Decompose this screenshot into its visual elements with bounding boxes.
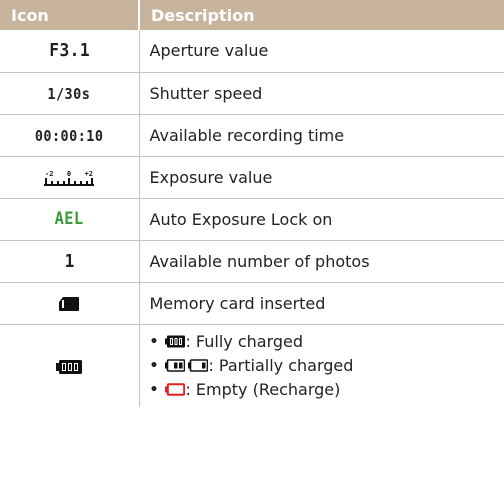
memory-card-icon <box>59 297 80 311</box>
battery-state-text: : Empty (Recharge) <box>185 379 341 399</box>
icon-description-table: Icon Description F3.1 Aperture value 1/3… <box>0 0 504 407</box>
list-item: • : Partially charged <box>150 354 504 378</box>
row-description: Available number of photos <box>139 240 504 283</box>
list-item: • : Empty (Recharge) <box>150 378 504 402</box>
aperture-icon: F3.1 <box>0 30 140 73</box>
battery-two-thirds-icon <box>165 359 186 373</box>
recording-time-icon: 00:00:10 <box>0 114 140 157</box>
table-row: -2 0 +2 Exposure value <box>0 156 504 199</box>
row-description: Shutter speed <box>139 72 504 115</box>
battery-states-list: • : Fully charged •: Partially charged … <box>150 330 504 402</box>
photo-count-icon: 1 <box>0 240 140 283</box>
battery-full-icon <box>56 359 83 374</box>
ael-icon: AEL <box>0 198 140 241</box>
list-item: • : Fully charged <box>150 330 504 354</box>
battery-full-icon <box>165 335 186 348</box>
table-row: 00:00:10 Available recording time <box>0 114 504 157</box>
exposure-label-center: 0 <box>67 170 71 178</box>
row-description: Auto Exposure Lock on <box>139 198 504 241</box>
row-description: Exposure value <box>139 156 504 199</box>
header-description: Description <box>138 0 504 30</box>
battery-empty-icon <box>165 383 186 396</box>
exposure-scale-icon: -2 0 +2 <box>44 170 95 186</box>
exposure-label-left: -2 <box>45 170 53 178</box>
row-description: Available recording time <box>139 114 504 157</box>
row-description: Aperture value <box>139 30 504 73</box>
header-icon: Icon <box>0 0 139 30</box>
table-row: • : Fully charged •: Partially charged … <box>0 324 504 407</box>
table-row: Memory card inserted <box>0 282 504 325</box>
table-row: 1 Available number of photos <box>0 240 504 283</box>
row-description: Memory card inserted <box>139 282 504 325</box>
battery-one-third-icon <box>188 359 209 373</box>
battery-state-text: : Partially charged <box>208 355 354 375</box>
table-row: AEL Auto Exposure Lock on <box>0 198 504 241</box>
exposure-label-right: +2 <box>85 170 93 178</box>
battery-state-text: : Fully charged <box>185 331 304 351</box>
shutter-speed-icon: 1/30s <box>0 72 140 115</box>
table-row: F3.1 Aperture value <box>0 30 504 73</box>
table-header-row: Icon Description <box>0 0 504 30</box>
table-row: 1/30s Shutter speed <box>0 72 504 115</box>
